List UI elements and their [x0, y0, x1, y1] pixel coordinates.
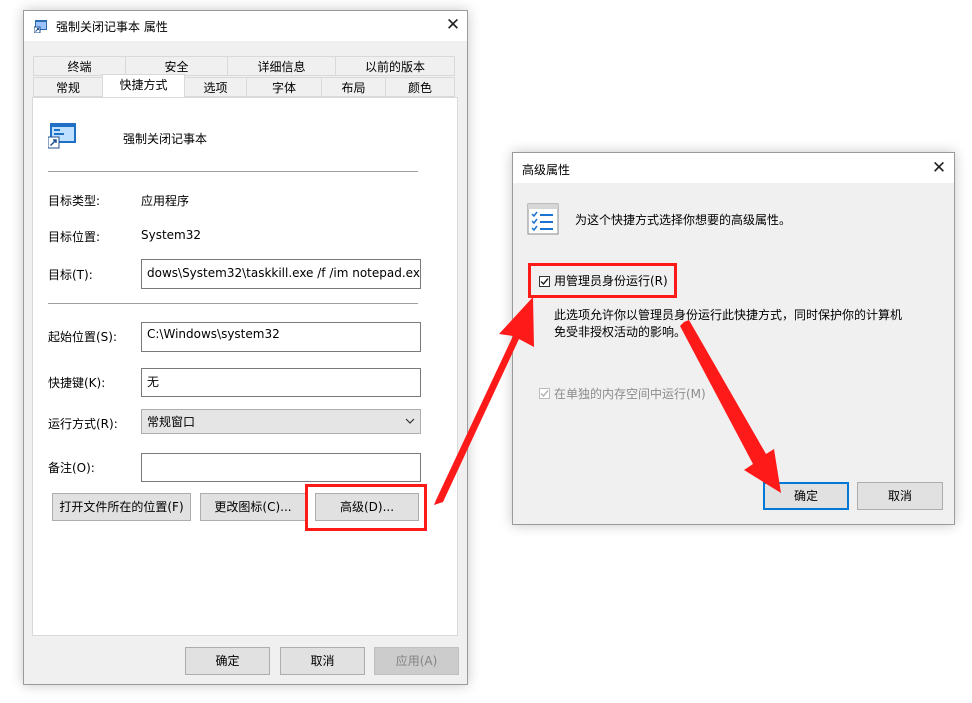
close-icon[interactable]: ✕	[443, 15, 463, 35]
target-field[interactable]: dows\System32\taskkill.exe /f /im notepa…	[141, 259, 421, 289]
tab-shortcut[interactable]: 快捷方式	[102, 74, 185, 97]
target-label: 目标(T):	[48, 268, 93, 282]
target-type-value: 应用程序	[141, 194, 190, 208]
separate-memory-checkbox[interactable]	[539, 388, 550, 399]
open-file-location-button[interactable]: 打开文件所在的位置(F)	[52, 493, 191, 521]
advanced-cancel-button[interactable]: 取消	[857, 482, 943, 510]
advanced-titlebar: 高级属性 ✕	[513, 153, 954, 183]
hotkey-label: 快捷键(K):	[48, 376, 106, 390]
shortcut-app-icon	[33, 19, 48, 36]
comment-field[interactable]	[141, 453, 421, 482]
properties-title: 强制关闭记事本 属性	[56, 20, 168, 34]
close-icon[interactable]: ✕	[929, 158, 949, 178]
tab-layout[interactable]: 布局	[321, 77, 386, 97]
shortcut-large-icon	[47, 120, 78, 153]
tab-security[interactable]: 安全	[125, 56, 228, 76]
run-select-value: 常规窗口	[147, 415, 196, 429]
advanced-title: 高级属性	[522, 163, 571, 177]
target-type-label: 目标类型:	[48, 194, 101, 208]
admin-info-line2: 免受非授权活动的影响。	[554, 325, 687, 339]
tab-general[interactable]: 常规	[33, 77, 103, 97]
advanced-button-highlight	[305, 484, 427, 531]
run-select[interactable]: 常规窗口	[141, 409, 421, 434]
shortcut-panel: 强制关闭记事本 目标类型: 应用程序 目标位置: System32 目标(T):…	[32, 97, 458, 636]
shortcut-name: 强制关闭记事本	[123, 132, 208, 146]
start-in-field[interactable]: C:\Windows\system32	[141, 322, 421, 352]
chevron-down-icon	[405, 415, 415, 429]
comment-label: 备注(O):	[48, 461, 95, 475]
run-label: 运行方式(R):	[48, 417, 118, 431]
properties-titlebar: 强制关闭记事本 属性 ✕	[24, 11, 467, 41]
divider	[48, 171, 418, 172]
tab-details[interactable]: 详细信息	[227, 56, 336, 76]
target-location-label: 目标位置:	[48, 230, 101, 244]
change-icon-button[interactable]: 更改图标(C)...	[200, 493, 306, 521]
tab-previous-versions[interactable]: 以前的版本	[335, 56, 455, 76]
advanced-description: 为这个快捷方式选择你想要的高级属性。	[575, 213, 792, 227]
advanced-properties-dialog: 高级属性 ✕ 为这个快捷方式选择你想要的高级属性。 用管理员身份运行(R) 此选…	[512, 152, 955, 525]
cancel-button[interactable]: 取消	[280, 647, 365, 675]
divider	[48, 303, 418, 304]
tab-terminal[interactable]: 终端	[33, 56, 126, 76]
admin-info-line1: 此选项允许你以管理员身份运行此快捷方式，同时保护你的计算机	[554, 308, 903, 322]
checklist-icon	[527, 203, 559, 238]
start-in-label: 起始位置(S):	[48, 330, 118, 344]
run-as-admin-highlight	[528, 263, 677, 298]
apply-button[interactable]: 应用(A)	[374, 647, 459, 675]
properties-window: 强制关闭记事本 属性 ✕ 终端 安全 详细信息 以前的版本 常规 快捷方式 选项…	[23, 10, 468, 685]
ok-button[interactable]: 确定	[185, 647, 270, 675]
tab-font[interactable]: 字体	[246, 77, 322, 97]
target-location-value: System32	[141, 228, 202, 242]
tab-options[interactable]: 选项	[184, 77, 247, 97]
advanced-ok-button[interactable]: 确定	[763, 482, 849, 510]
separate-memory-label[interactable]: 在单独的内存空间中运行(M)	[554, 385, 706, 402]
tab-colors[interactable]: 颜色	[385, 77, 455, 97]
hotkey-field[interactable]: 无	[141, 368, 421, 397]
